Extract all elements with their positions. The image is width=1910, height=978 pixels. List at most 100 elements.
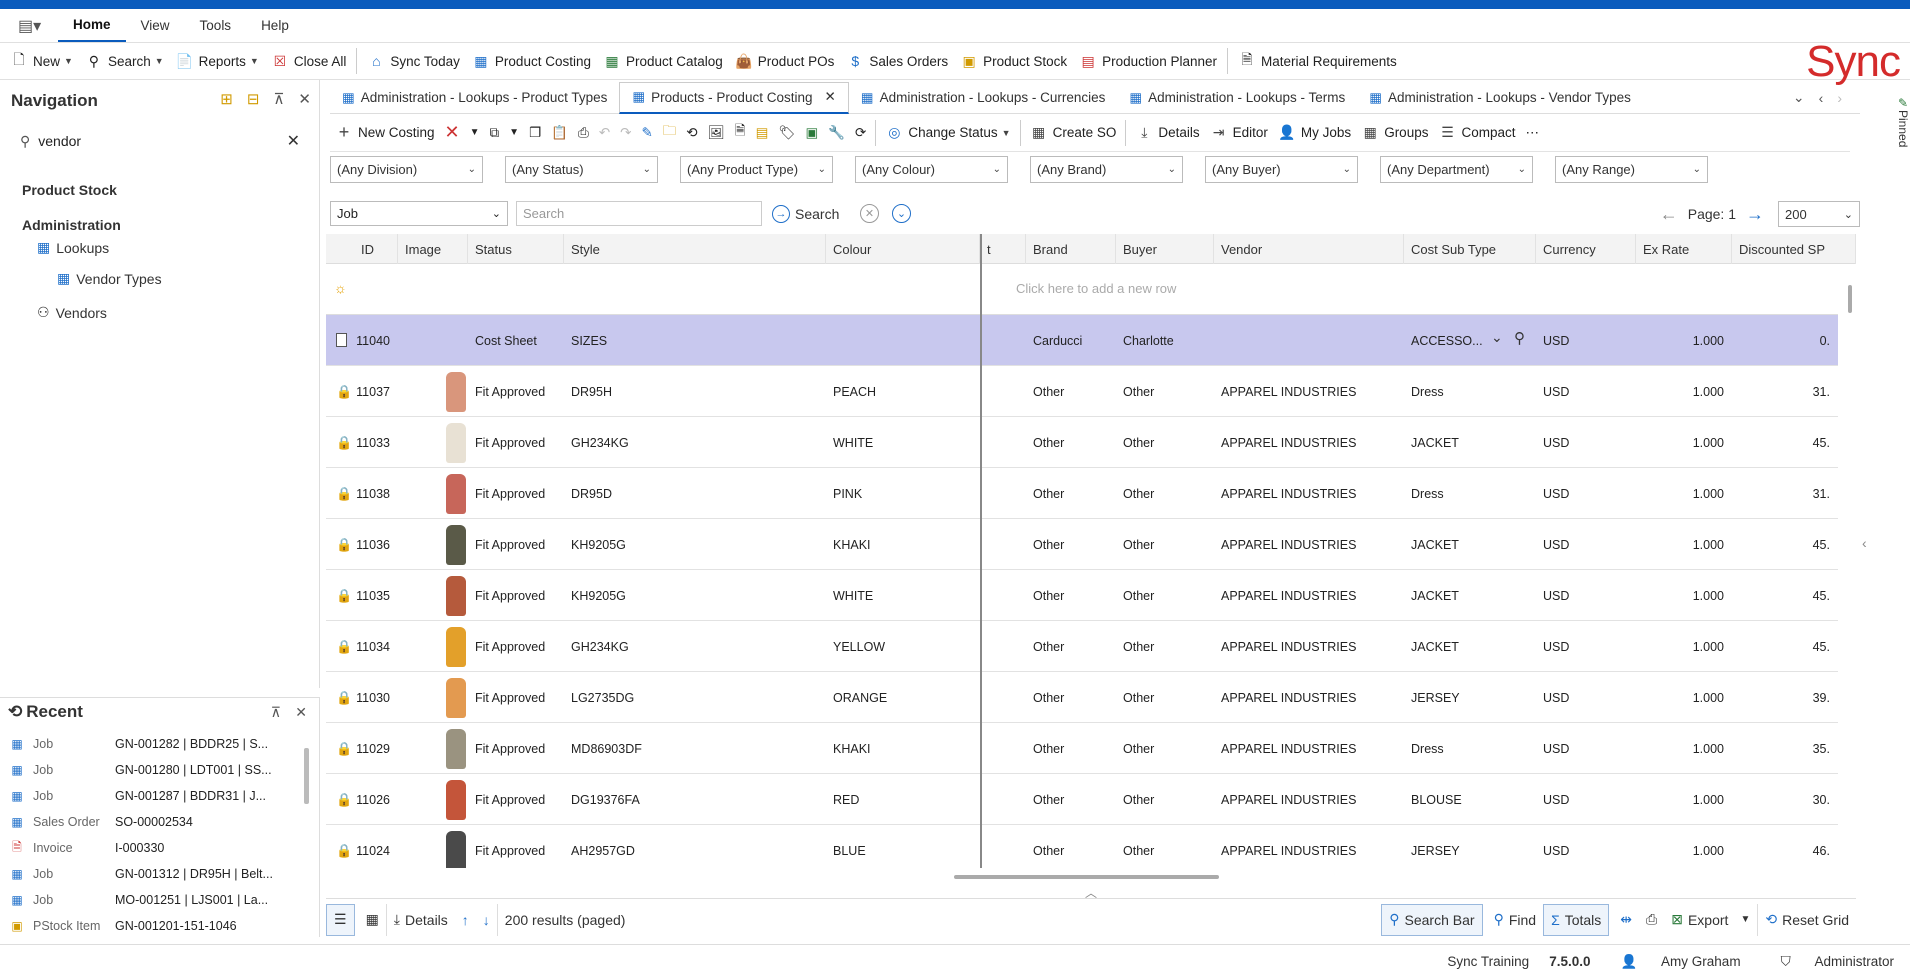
recent-item[interactable]: ▦ Job GN-001287 | BDDR31 | J... xyxy=(8,783,298,809)
tab-scroll-right-icon[interactable]: › xyxy=(1837,90,1842,106)
cell-cost-sub-type[interactable]: Dress xyxy=(1404,468,1536,519)
chevron-down-icon[interactable]: ▼ xyxy=(465,118,485,148)
cell-status[interactable]: Fit Approved xyxy=(468,417,564,468)
tab-scroll-left-icon[interactable]: ‹ xyxy=(1819,90,1824,106)
cell-colour[interactable] xyxy=(826,315,980,366)
cell-vendor[interactable] xyxy=(1214,315,1404,366)
cell-id[interactable]: 11038 xyxy=(354,468,398,519)
page-size-select[interactable]: 200 ⌄ xyxy=(1778,201,1860,227)
nav-item-lookups[interactable]: ▦ Lookups xyxy=(37,239,109,256)
folder-icon[interactable]: 🗀 xyxy=(658,118,682,148)
document-icon[interactable]: 🗎 xyxy=(730,118,751,148)
cell-cost-sub-type[interactable]: JACKET xyxy=(1404,570,1536,621)
header-id[interactable]: ID xyxy=(354,234,398,264)
duplicate-icon[interactable]: ❐ xyxy=(524,118,546,148)
nav-item-product-stock[interactable]: Product Stock xyxy=(22,182,117,198)
header-style[interactable]: Style xyxy=(564,234,826,264)
more-icon[interactable]: ⋯ xyxy=(1521,118,1545,148)
paste-icon[interactable]: 📋 xyxy=(546,118,573,148)
cell-colour[interactable]: WHITE xyxy=(826,417,980,468)
cell-discounted-sp[interactable]: 30. xyxy=(1732,774,1838,825)
tab-vendor-types[interactable]: ▦ Administration - Lookups - Vendor Types xyxy=(1357,82,1643,114)
buyer-filter[interactable]: (Any Buyer) ⌄ xyxy=(1205,156,1358,183)
delete-icon[interactable]: ✕ xyxy=(440,118,465,148)
cell-ex-rate[interactable]: 1.000 xyxy=(1636,621,1732,672)
cell-brand[interactable]: Carducci xyxy=(1026,315,1116,366)
table-row[interactable]: 🔒 11038 Fit Approved DR95D PINK Other Other APP… xyxy=(326,468,1838,519)
product-type-filter[interactable]: (Any Product Type) ⌄ xyxy=(680,156,833,183)
cell-currency[interactable]: USD xyxy=(1536,417,1636,468)
product-thumbnail[interactable] xyxy=(446,474,466,514)
header-vendor[interactable]: Vendor xyxy=(1214,234,1404,264)
cell-currency[interactable]: USD xyxy=(1536,315,1636,366)
copy-icon[interactable]: ⧉ xyxy=(485,118,505,148)
cell-brand[interactable]: Other xyxy=(1026,468,1116,519)
product-thumbnail[interactable] xyxy=(446,423,466,463)
division-filter[interactable]: (Any Division) ⌄ xyxy=(330,156,483,183)
print-icon[interactable]: ⎙ xyxy=(573,118,594,148)
cell-ex-rate[interactable]: 1.000 xyxy=(1636,366,1732,417)
table-row[interactable]: 11040 Cost Sheet SIZES Carducci Charlotte ACC… xyxy=(326,315,1838,366)
table-row[interactable]: 🔒 11035 Fit Approved KH9205G WHITE Other Other… xyxy=(326,570,1838,621)
cell-buyer[interactable]: Other xyxy=(1116,468,1214,519)
range-filter[interactable]: (Any Range) ⌄ xyxy=(1555,156,1708,183)
search-menu-button[interactable]: ⚲ Search ▼ xyxy=(79,46,170,76)
search-bar-toggle[interactable]: ⚲ Search Bar xyxy=(1381,903,1483,936)
header-colour[interactable]: Colour xyxy=(826,234,980,264)
reset-grid-button[interactable]: ⟲ Reset Grid xyxy=(1757,903,1856,936)
sales-orders-button[interactable]: $ Sales Orders xyxy=(840,46,954,76)
cell-vendor[interactable]: APPAREL INDUSTRIES xyxy=(1214,825,1404,868)
cell-buyer[interactable]: Other xyxy=(1116,672,1214,723)
cell-id[interactable]: 11040 xyxy=(354,315,398,366)
search-options-icon[interactable]: ⌄ xyxy=(892,204,911,223)
details-button[interactable]: ⤓ Details xyxy=(1130,118,1204,148)
cell-brand[interactable]: Other xyxy=(1026,825,1116,868)
cell-status[interactable]: Fit Approved xyxy=(468,825,564,868)
cell-status[interactable]: Fit Approved xyxy=(468,672,564,723)
product-costing-button[interactable]: ▦ Product Costing xyxy=(466,46,597,76)
cell-vendor[interactable]: APPAREL INDUSTRIES xyxy=(1214,723,1404,774)
product-thumbnail[interactable] xyxy=(446,372,466,412)
compact-button[interactable]: ☰ Compact xyxy=(1433,118,1520,148)
tab-product-types[interactable]: ▦ Administration - Lookups - Product Type… xyxy=(330,82,619,114)
cell-style[interactable]: AH2957GD xyxy=(564,825,826,868)
cell-vendor[interactable]: APPAREL INDUSTRIES xyxy=(1214,621,1404,672)
cell-buyer[interactable]: Other xyxy=(1116,825,1214,868)
cell-status[interactable]: Fit Approved xyxy=(468,468,564,519)
cell-currency[interactable]: USD xyxy=(1536,366,1636,417)
tab-terms[interactable]: ▦ Administration - Lookups - Terms xyxy=(1117,82,1357,114)
navigation-search-input[interactable]: vendor xyxy=(38,133,81,149)
cell-brand[interactable]: Other xyxy=(1026,570,1116,621)
product-thumbnail[interactable] xyxy=(446,678,466,718)
menu-tab-tools[interactable]: Tools xyxy=(185,9,247,42)
sync-today-button[interactable]: ⌂ Sync Today xyxy=(361,46,466,76)
table-row[interactable]: 🔒 11024 Fit Approved AH2957GD BLUE Other Other… xyxy=(326,825,1838,868)
horizontal-scrollbar[interactable] xyxy=(954,875,1219,879)
material-requirements-button[interactable]: 🗎 Material Requirements xyxy=(1232,46,1403,76)
frozen-column-divider[interactable] xyxy=(980,234,982,868)
add-new-row[interactable]: ☼ Click here to add a new row xyxy=(326,264,1838,315)
cell-brand[interactable]: Other xyxy=(1026,417,1116,468)
wrench-icon[interactable]: 🔧 xyxy=(823,118,850,148)
cell-id[interactable]: 11024 xyxy=(354,825,398,868)
cell-style[interactable]: KH9205G xyxy=(564,519,826,570)
previous-page-icon[interactable]: ← xyxy=(1660,204,1678,225)
cell-id[interactable]: 11037 xyxy=(354,366,398,417)
cell-ex-rate[interactable]: 1.000 xyxy=(1636,825,1732,868)
header-buyer[interactable]: Buyer xyxy=(1116,234,1214,264)
cell-buyer[interactable]: Other xyxy=(1116,774,1214,825)
header-t[interactable]: t xyxy=(980,234,1026,264)
header-cost-sub-type[interactable]: Cost Sub Type xyxy=(1404,234,1536,264)
close-icon[interactable]: ✕ xyxy=(298,90,311,108)
move-up-icon[interactable]: ↑ xyxy=(455,904,476,936)
cell-style[interactable]: LG2735DG xyxy=(564,672,826,723)
header-currency[interactable]: Currency xyxy=(1536,234,1636,264)
cell-id[interactable]: 11026 xyxy=(354,774,398,825)
status-filter[interactable]: (Any Status) ⌄ xyxy=(505,156,658,183)
cell-status[interactable]: Fit Approved xyxy=(468,519,564,570)
groups-button[interactable]: ▦ Groups xyxy=(1356,118,1433,148)
cell-discounted-sp[interactable]: 45. xyxy=(1732,621,1838,672)
cell-cost-sub-type[interactable]: JERSEY xyxy=(1404,825,1536,868)
search-input[interactable]: Search xyxy=(516,201,762,226)
cell-ex-rate[interactable]: 1.000 xyxy=(1636,468,1732,519)
